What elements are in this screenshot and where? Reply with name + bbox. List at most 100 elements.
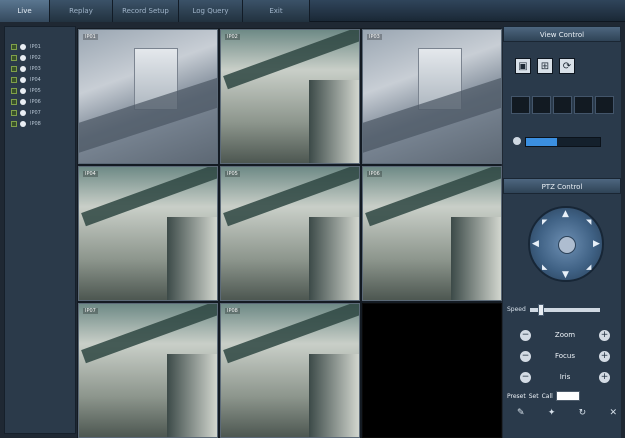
iris-close-button[interactable]: − <box>519 370 532 384</box>
tab-exit[interactable]: Exit <box>243 0 310 22</box>
volume-icon <box>513 137 521 145</box>
zoom-row: − Zoom + <box>519 328 611 342</box>
camera-checkbox[interactable] <box>11 109 17 116</box>
video-cell[interactable]: IP06 <box>362 166 502 301</box>
video-grid: IP01 IP02 IP03 IP04 IP05 IP06 IP07 IP08 <box>77 28 502 438</box>
camera-icon <box>20 98 26 105</box>
camera-list-item[interactable]: IP03 <box>5 63 75 74</box>
zoom-in-button[interactable]: + <box>598 328 611 342</box>
speed-label: Speed <box>507 306 526 313</box>
camera-checkbox[interactable] <box>11 87 17 94</box>
camera-checkbox[interactable] <box>11 43 17 50</box>
view-control-title: View Control <box>503 26 621 42</box>
camera-label: IP05 <box>30 87 41 94</box>
single-view-icon[interactable]: ▣ <box>515 58 531 74</box>
view-buttons: ▣ ⊞ ⟳ <box>515 58 575 74</box>
camera-osd-label: IP08 <box>225 308 240 314</box>
preset-call-label[interactable]: Call <box>542 393 553 400</box>
tab-record-setup[interactable]: Record Setup <box>113 0 179 22</box>
camera-icon <box>20 87 26 94</box>
camera-label: IP03 <box>30 65 41 72</box>
camera-label: IP02 <box>30 54 41 61</box>
video-cell[interactable] <box>362 303 502 438</box>
camera-list-item[interactable]: IP04 <box>5 74 75 85</box>
camera-feed-image <box>221 30 359 163</box>
camera-feed-image <box>221 167 359 300</box>
zoom-out-button[interactable]: − <box>519 328 532 342</box>
video-cell[interactable]: IP05 <box>220 166 360 301</box>
preset-label: Preset <box>507 392 526 400</box>
tab-live[interactable]: Live <box>0 0 50 22</box>
camera-icon <box>20 120 26 127</box>
focus-far-button[interactable]: + <box>598 349 611 363</box>
main-tabs: Live Replay Record Setup Log Query Exit <box>0 0 310 22</box>
camera-label: IP07 <box>30 109 41 116</box>
focus-near-button[interactable]: − <box>519 349 532 363</box>
quad-view-icon[interactable]: ⊞ <box>537 58 553 74</box>
camera-list-item[interactable]: IP02 <box>5 52 75 63</box>
layout-1-button[interactable] <box>511 96 530 114</box>
focus-label: Focus <box>555 352 575 360</box>
layout-9-button[interactable] <box>595 96 614 114</box>
camera-osd-label: IP07 <box>83 308 98 314</box>
ptz-down-right-arrow-icon[interactable]: ◢ <box>586 263 591 271</box>
camera-checkbox[interactable] <box>11 76 17 83</box>
iris-open-button[interactable]: + <box>597 370 611 384</box>
ptz-auto-button[interactable] <box>558 236 576 254</box>
preset-input[interactable] <box>555 391 580 401</box>
camera-list-item[interactable]: IP07 <box>5 107 75 118</box>
camera-list-item[interactable]: IP05 <box>5 85 75 96</box>
light-icon[interactable]: ✦ <box>548 408 556 418</box>
camera-checkbox[interactable] <box>11 65 17 72</box>
ptz-right-arrow-icon[interactable]: ▶ <box>593 239 600 249</box>
layout-4-button[interactable] <box>532 96 551 114</box>
video-cell[interactable]: IP07 <box>78 303 218 438</box>
ptz-left-arrow-icon[interactable]: ◀ <box>532 239 539 249</box>
camera-icon <box>20 54 26 61</box>
camera-osd-label: IP01 <box>83 34 98 40</box>
speed-slider[interactable] <box>529 303 600 316</box>
camera-label: IP06 <box>30 98 41 105</box>
camera-list-item[interactable]: IP08 <box>5 118 75 129</box>
video-cell[interactable]: IP01 <box>78 29 218 164</box>
camera-feed-image <box>79 304 217 437</box>
control-panel: View Control ▣ ⊞ ⟳ PTZ Control ▲ ▼ ◀ ▶ ◤… <box>503 26 621 438</box>
camera-checkbox[interactable] <box>11 54 17 61</box>
preset-set-label[interactable]: Set <box>529 393 539 400</box>
close-icon[interactable]: ✕ <box>609 408 617 418</box>
layout-6-button[interactable] <box>553 96 572 114</box>
iris-row: − Iris + <box>519 370 611 384</box>
camera-list-item[interactable]: IP01 <box>5 41 75 52</box>
camera-list-item[interactable]: IP06 <box>5 96 75 107</box>
ptz-down-left-arrow-icon[interactable]: ◣ <box>542 263 547 271</box>
video-cell[interactable]: IP04 <box>78 166 218 301</box>
ptz-down-arrow-icon[interactable]: ▼ <box>562 270 569 280</box>
volume-fill <box>526 138 558 146</box>
camera-checkbox[interactable] <box>11 98 17 105</box>
ptz-up-left-arrow-icon[interactable]: ◤ <box>542 218 547 226</box>
preset-row: Preset Set Call <box>507 391 621 401</box>
camera-checkbox[interactable] <box>11 120 17 127</box>
layout-8-button[interactable] <box>574 96 593 114</box>
camera-feed-image <box>363 167 501 300</box>
volume-slider[interactable] <box>525 137 601 147</box>
camera-osd-label: IP04 <box>83 171 98 177</box>
wiper-icon[interactable]: ✎ <box>517 408 525 418</box>
refresh-icon[interactable]: ⟳ <box>559 58 575 74</box>
camera-osd-label: IP05 <box>225 171 240 177</box>
camera-osd-label: IP02 <box>225 34 240 40</box>
speed-slider-knob[interactable] <box>538 303 545 316</box>
video-cell[interactable]: IP02 <box>220 29 360 164</box>
camera-osd-label: IP03 <box>367 34 382 40</box>
camera-feed-image <box>79 30 217 163</box>
camera-icon <box>20 65 26 72</box>
camera-icon <box>20 43 26 50</box>
video-cell[interactable]: IP03 <box>362 29 502 164</box>
tab-replay[interactable]: Replay <box>50 0 113 22</box>
video-cell[interactable]: IP08 <box>220 303 360 438</box>
ptz-up-arrow-icon[interactable]: ▲ <box>562 209 569 219</box>
ptz-up-right-arrow-icon[interactable]: ◥ <box>586 218 591 226</box>
zoom-label: Zoom <box>554 331 576 339</box>
cruise-icon[interactable]: ↻ <box>579 408 587 418</box>
tab-log-query[interactable]: Log Query <box>179 0 243 22</box>
